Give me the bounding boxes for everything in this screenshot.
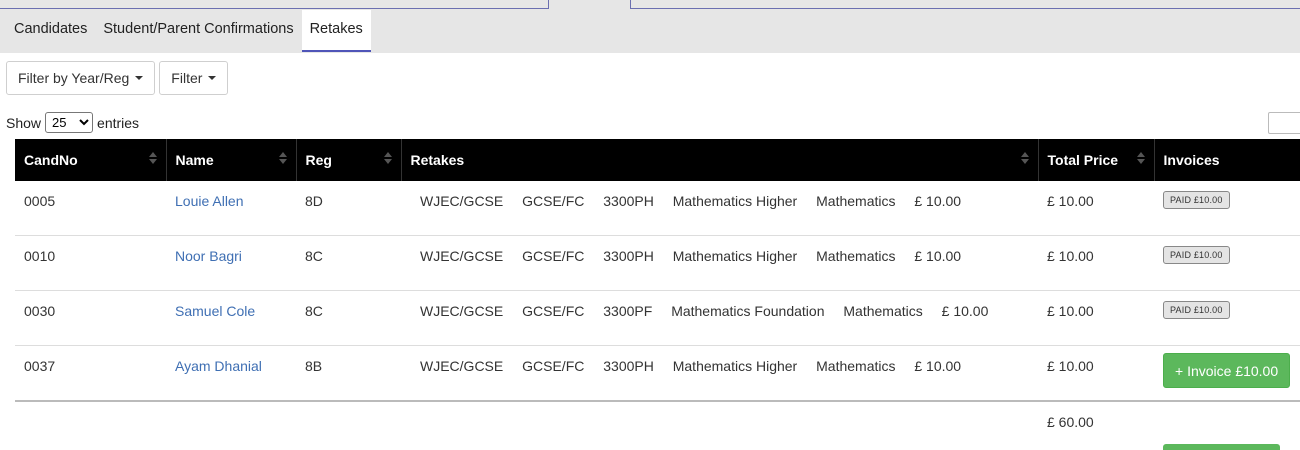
retake-price: £ 10.00 bbox=[914, 193, 962, 209]
retake-subject: Mathematics bbox=[816, 358, 896, 374]
search-input[interactable] bbox=[1268, 112, 1300, 134]
cell-invoices: PAID £10.00 bbox=[1154, 181, 1300, 236]
retake-code: 3300PH bbox=[603, 358, 654, 374]
caret-down-icon bbox=[135, 76, 144, 80]
filter-year-reg-label: Filter by Year/Reg bbox=[18, 70, 130, 86]
paid-badge: PAID £10.00 bbox=[1163, 301, 1230, 319]
cell-reg: 8B bbox=[296, 345, 401, 402]
cell-retakes: WJEC/GCSE GCSE/FC 3300PF Mathematics Fou… bbox=[401, 290, 1038, 346]
cell-total-price: £ 10.00 bbox=[1038, 345, 1154, 402]
filter-label: Filter bbox=[171, 70, 203, 86]
cell-name: Ayam Dhanial bbox=[166, 345, 296, 402]
cell-candno: 0030 bbox=[15, 290, 166, 346]
entries-select[interactable]: 25 bbox=[45, 112, 94, 133]
tab-candidates[interactable]: Candidates bbox=[6, 10, 95, 50]
retake-price: £ 10.00 bbox=[914, 358, 962, 374]
cell-candno: 0010 bbox=[15, 235, 166, 291]
retake-board: WJEC/GCSE bbox=[420, 193, 504, 209]
cell-total-price: £ 10.00 bbox=[1038, 290, 1154, 346]
candidate-name-link[interactable]: Louie Allen bbox=[175, 193, 244, 209]
cell-reg: 8C bbox=[296, 235, 401, 291]
cell-reg: 8D bbox=[296, 181, 401, 236]
cell-name: Samuel Cole bbox=[166, 290, 296, 346]
tab-retakes[interactable]: Retakes bbox=[301, 10, 371, 52]
table-row: 0010 Noor Bagri 8C WJEC/GCSE GCSE/FC 330… bbox=[15, 235, 1300, 291]
column-header-total-price[interactable]: Total Price bbox=[1038, 139, 1155, 181]
retake-price: £ 10.00 bbox=[914, 248, 962, 264]
column-header-retakes[interactable]: Retakes bbox=[401, 139, 1039, 181]
candidate-name-link[interactable]: Ayam Dhanial bbox=[175, 358, 262, 374]
cell-total-price: £ 10.00 bbox=[1038, 235, 1154, 291]
retake-subject: Mathematics bbox=[816, 248, 896, 264]
cell-total-price: £ 10.00 bbox=[1038, 181, 1154, 236]
retakes-table: CandNo Name Reg Retakes Total Price Invo… bbox=[15, 139, 1300, 442]
retake-code: 3300PF bbox=[603, 303, 653, 319]
cell-name: Louie Allen bbox=[166, 181, 296, 236]
column-header-invoices: Invoices bbox=[1154, 139, 1300, 181]
cell-invoices: PAID £10.00 bbox=[1154, 290, 1300, 346]
column-header-reg[interactable]: Reg bbox=[296, 139, 402, 181]
cell-invoices: + Invoice £10.00 bbox=[1154, 345, 1300, 402]
panel-edge-left bbox=[0, 0, 549, 9]
table-row: 0037 Ayam Dhanial 8B WJEC/GCSE GCSE/FC 3… bbox=[15, 345, 1300, 402]
tab-student-parent-confirmations[interactable]: Student/Parent Confirmations bbox=[95, 10, 301, 50]
cell-invoices: PAID £10.00 bbox=[1154, 235, 1300, 291]
cell-candno: 0037 bbox=[15, 345, 166, 402]
retake-price: £ 10.00 bbox=[941, 303, 989, 319]
sort-icon bbox=[1136, 152, 1145, 168]
cell-retakes: WJEC/GCSE GCSE/FC 3300PH Mathematics Hig… bbox=[401, 345, 1038, 402]
create-invoice-button[interactable]: + Invoice £10.00 bbox=[1163, 353, 1291, 388]
entries-label: entries bbox=[97, 114, 140, 131]
cell-candno: 0005 bbox=[15, 181, 166, 236]
filter-button[interactable]: Filter bbox=[159, 61, 229, 95]
cell-retakes: WJEC/GCSE GCSE/FC 3300PH Mathematics Hig… bbox=[401, 181, 1038, 236]
entries-length-control: Show 25 entries bbox=[6, 112, 139, 133]
sort-icon bbox=[383, 152, 392, 168]
sort-icon bbox=[148, 152, 157, 168]
retake-title: Mathematics Higher bbox=[672, 193, 798, 209]
total-row: £ 60.00 bbox=[15, 400, 1300, 442]
filter-year-reg-button[interactable]: Filter by Year/Reg bbox=[6, 61, 156, 95]
column-header-candno[interactable]: CandNo bbox=[15, 139, 167, 181]
show-label: Show bbox=[6, 114, 42, 131]
sort-icon bbox=[278, 152, 287, 168]
retake-code: 3300PH bbox=[603, 193, 654, 209]
paid-badge: PAID £10.00 bbox=[1163, 191, 1230, 209]
candidate-name-link[interactable]: Noor Bagri bbox=[175, 248, 242, 264]
table-row: 0030 Samuel Cole 8C WJEC/GCSE GCSE/FC 33… bbox=[15, 290, 1300, 346]
cell-name: Noor Bagri bbox=[166, 235, 296, 291]
retake-title: Mathematics Higher bbox=[672, 248, 798, 264]
paid-badge: PAID £10.00 bbox=[1163, 246, 1230, 264]
panel-edge-right bbox=[630, 0, 1300, 9]
column-header-name[interactable]: Name bbox=[166, 139, 297, 181]
retake-board: WJEC/GCSE bbox=[420, 303, 504, 319]
retake-board: WJEC/GCSE bbox=[420, 248, 504, 264]
top-frame: Candidates Student/Parent Confirmations … bbox=[0, 0, 1300, 53]
table-header-row: CandNo Name Reg Retakes Total Price Invo… bbox=[15, 139, 1300, 181]
retake-level: GCSE/FC bbox=[522, 303, 585, 319]
retake-subject: Mathematics bbox=[816, 193, 896, 209]
retake-title: Mathematics Foundation bbox=[671, 303, 825, 319]
sort-icon bbox=[1020, 152, 1029, 168]
cell-reg: 8C bbox=[296, 290, 401, 346]
retake-title: Mathematics Higher bbox=[672, 358, 798, 374]
candidate-name-link[interactable]: Samuel Cole bbox=[175, 303, 255, 319]
retake-level: GCSE/FC bbox=[522, 193, 585, 209]
retake-level: GCSE/FC bbox=[522, 248, 585, 264]
grand-total: £ 60.00 bbox=[1038, 400, 1154, 442]
tab-bar: Candidates Student/Parent Confirmations … bbox=[6, 10, 371, 52]
cell-retakes: WJEC/GCSE GCSE/FC 3300PH Mathematics Hig… bbox=[401, 235, 1038, 291]
retake-level: GCSE/FC bbox=[522, 358, 585, 374]
retake-code: 3300PH bbox=[603, 248, 654, 264]
bulk-invoice-button[interactable] bbox=[1163, 444, 1280, 450]
retake-board: WJEC/GCSE bbox=[420, 358, 504, 374]
table-row: 0005 Louie Allen 8D WJEC/GCSE GCSE/FC 33… bbox=[15, 181, 1300, 236]
filter-bar: Filter by Year/Reg Filter bbox=[6, 61, 229, 95]
retake-subject: Mathematics bbox=[843, 303, 923, 319]
caret-down-icon bbox=[208, 76, 217, 80]
